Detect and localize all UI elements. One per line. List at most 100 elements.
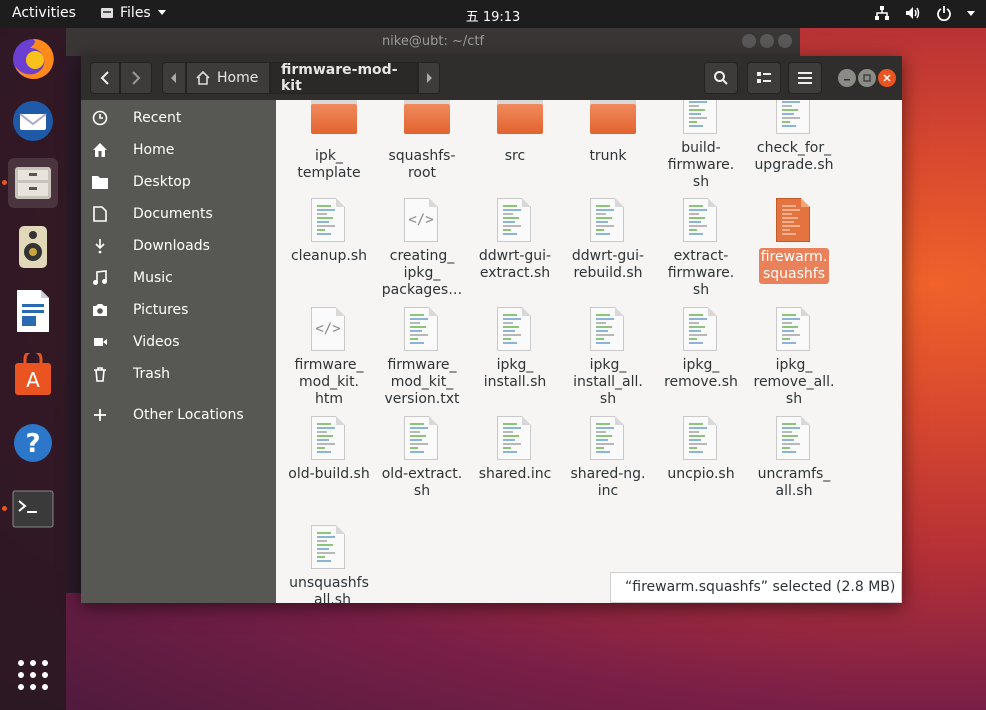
dock-help[interactable]: ? [8, 418, 58, 468]
file-item[interactable]: uncramfs_ all.sh [751, 416, 837, 500]
file-item[interactable]: src [472, 100, 558, 165]
camera-icon [91, 301, 109, 319]
chevron-down-icon[interactable] [966, 5, 976, 21]
breadcrumb-scroll-right[interactable] [418, 62, 440, 94]
maximize-icon [863, 74, 871, 82]
script-file-icon [776, 307, 812, 353]
thunderbird-icon [13, 101, 53, 141]
forward-button[interactable] [120, 62, 152, 94]
home-icon [196, 71, 210, 85]
file-item[interactable]: unsquashfs _all.sh [286, 525, 372, 603]
file-item[interactable]: firmware_ mod_kit_ version.txt [379, 307, 465, 408]
file-item[interactable]: extract-firmware. sh [658, 198, 744, 299]
file-item[interactable]: shared-ng. inc [565, 416, 651, 500]
file-item[interactable]: firewarm. squashfs [751, 198, 837, 284]
sidebar-item-recent[interactable]: Recent [81, 102, 276, 134]
file-item[interactable]: ipkg_ remove_all. sh [751, 307, 837, 408]
file-name: shared-ng. inc [570, 466, 646, 499]
file-name: src [504, 148, 526, 164]
software-center-icon: A [15, 353, 51, 395]
dock-terminal[interactable] [2, 484, 58, 534]
text-file-icon [590, 416, 626, 462]
script-file-icon [311, 525, 347, 571]
show-applications-button[interactable] [8, 650, 58, 700]
dock-firefox[interactable] [8, 34, 58, 84]
dock-rhythmbox[interactable] [8, 222, 58, 272]
file-item[interactable]: check_for_ upgrade.sh [751, 100, 837, 174]
file-item[interactable]: ipkg_ install_all. sh [565, 307, 651, 408]
headerbar[interactable]: Home firmware-mod-kit [81, 56, 902, 100]
minimize-button[interactable] [838, 69, 856, 87]
sidebar-item-downloads[interactable]: Downloads [81, 230, 276, 262]
breadcrumb-home-label: Home [217, 70, 259, 86]
file-item[interactable]: shared.inc [472, 416, 558, 483]
file-item[interactable]: ddwrt-gui-extract.sh [472, 198, 558, 282]
trash-icon [91, 365, 109, 383]
file-item[interactable]: ipkg_ install.sh [472, 307, 558, 391]
file-item[interactable]: old-build.sh [286, 416, 372, 483]
script-file-icon [683, 100, 719, 136]
volume-icon[interactable] [904, 5, 922, 21]
script-file-icon [776, 416, 812, 462]
file-name: extract-firmware. sh [667, 248, 735, 298]
file-name: creating_ ipkg_ packages… [381, 248, 463, 298]
document-icon [91, 205, 109, 223]
dock-software[interactable]: A [8, 350, 58, 400]
file-name: check_for_ upgrade.sh [754, 140, 834, 173]
dock-files[interactable] [2, 158, 58, 208]
breadcrumb-home[interactable]: Home [186, 62, 270, 94]
sidebar-item-label: Other Locations [133, 407, 244, 423]
power-icon[interactable] [936, 5, 952, 21]
hamburger-icon [798, 72, 812, 84]
sidebar-item-label: Videos [133, 334, 180, 350]
sidebar-item-other-locations[interactable]: Other Locations [81, 399, 276, 431]
script-file-icon [497, 307, 533, 353]
sidebar-item-label: Desktop [133, 174, 191, 190]
file-item[interactable]: cleanup.sh [286, 198, 372, 265]
code-file-icon: </> [311, 307, 347, 353]
network-icon[interactable] [874, 5, 890, 21]
system-tray[interactable] [874, 5, 976, 21]
file-name: ipkg_ remove_all. sh [753, 357, 835, 407]
back-button[interactable] [90, 62, 120, 94]
file-item[interactable]: ddwrt-gui-rebuild.sh [565, 198, 651, 282]
sidebar-item-videos[interactable]: Videos [81, 326, 276, 358]
dock-writer[interactable] [8, 286, 58, 336]
sidebar-item-label: Documents [133, 206, 213, 222]
status-overlay: “firewarm.squashfs” selected (2.8 MB) [610, 572, 902, 603]
files-window[interactable]: Home firmware-mod-kit Recent Home Deskto… [81, 56, 902, 603]
sidebar-item-desktop[interactable]: Desktop [81, 166, 276, 198]
file-name: ipk_ template [297, 148, 361, 181]
terminal-close-button[interactable] [778, 34, 792, 48]
file-item[interactable]: squashfs-root [379, 100, 465, 182]
file-item[interactable]: trunk [565, 100, 651, 165]
terminal-maximize-button[interactable] [760, 34, 774, 48]
file-name: ddwrt-gui-rebuild.sh [571, 248, 645, 281]
file-item[interactable]: ipkg_ remove.sh [658, 307, 744, 391]
file-item[interactable]: </> creating_ ipkg_ packages… [379, 198, 465, 299]
view-toggle-button[interactable] [747, 62, 781, 94]
sidebar-item-trash[interactable]: Trash [81, 358, 276, 390]
file-view[interactable]: ipk_ template squashfs-root src trunk build-f… [276, 100, 902, 603]
close-button[interactable] [878, 69, 896, 87]
speaker-icon [19, 226, 47, 268]
dock-thunderbird[interactable] [8, 96, 58, 146]
breadcrumb-scroll-left[interactable] [162, 62, 186, 94]
terminal-minimize-button[interactable] [742, 34, 756, 48]
sidebar-item-pictures[interactable]: Pictures [81, 294, 276, 326]
sidebar-item-documents[interactable]: Documents [81, 198, 276, 230]
file-item[interactable]: </> firmware_ mod_kit. htm [286, 307, 372, 408]
file-item[interactable]: build-firmware. sh [658, 100, 744, 191]
clock[interactable]: 五 19:13 [0, 6, 986, 25]
sidebar-item-music[interactable]: Music [81, 262, 276, 294]
menu-button[interactable] [788, 62, 822, 94]
search-button[interactable] [704, 62, 738, 94]
breadcrumb-current[interactable]: firmware-mod-kit [270, 62, 418, 94]
file-item[interactable]: old-extract. sh [379, 416, 465, 500]
terminal-titlebar[interactable]: nike@ubt: ~/ctf [66, 28, 800, 56]
maximize-button[interactable] [858, 69, 876, 87]
svg-text:?: ? [25, 429, 40, 459]
file-item[interactable]: ipk_ template [286, 100, 372, 182]
sidebar-item-home[interactable]: Home [81, 134, 276, 166]
file-item[interactable]: uncpio.sh [658, 416, 744, 483]
